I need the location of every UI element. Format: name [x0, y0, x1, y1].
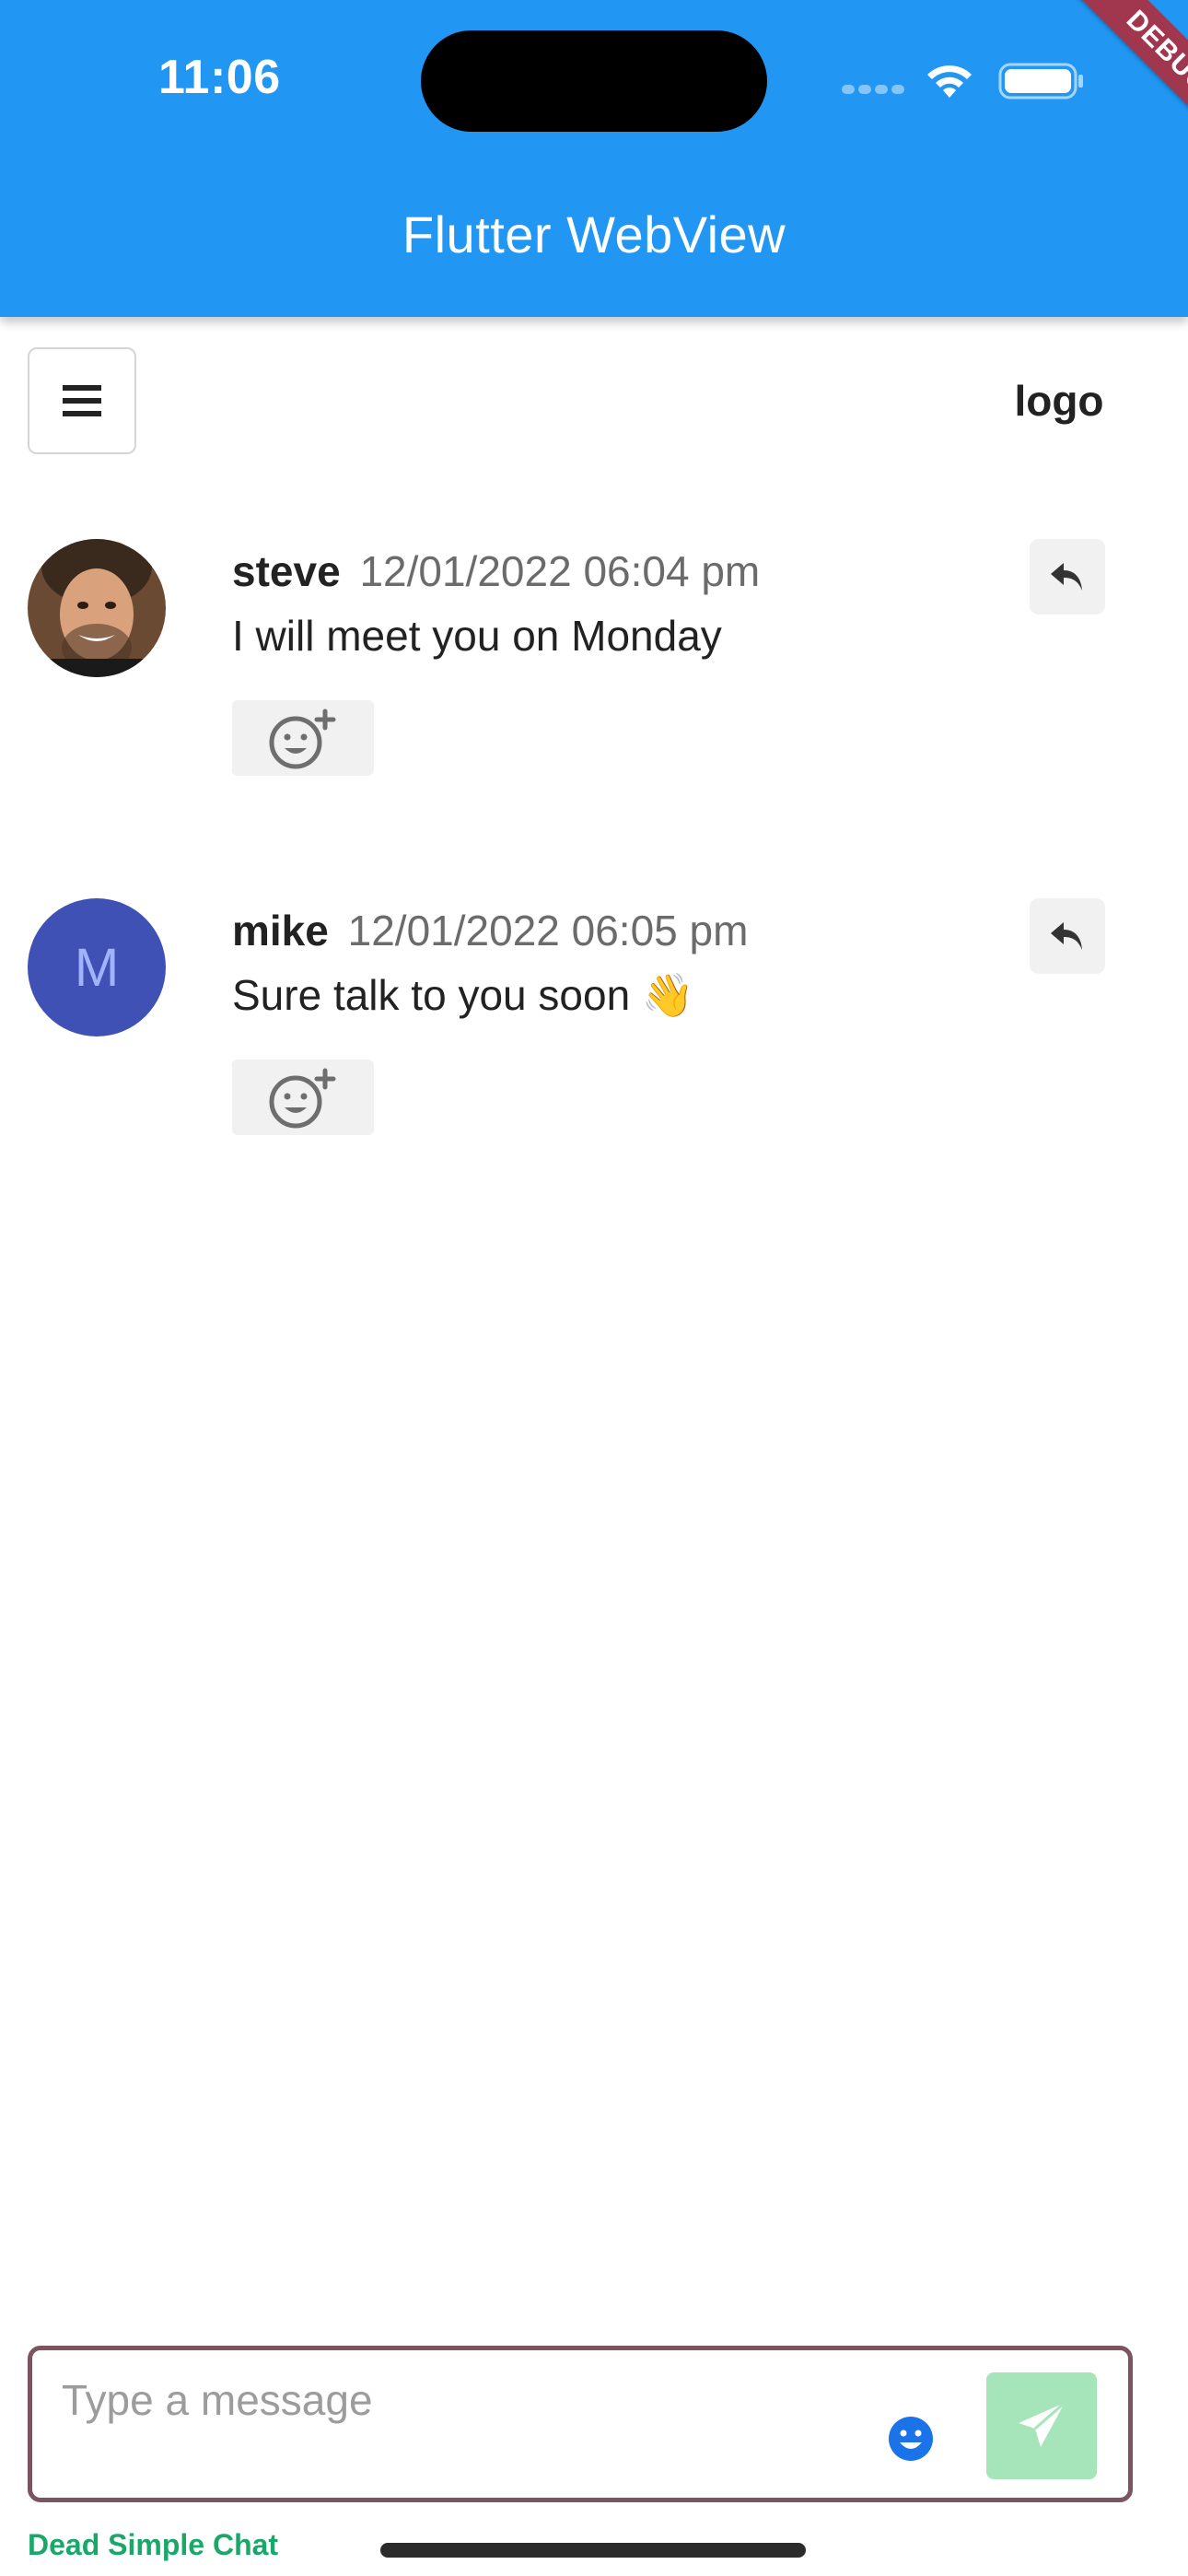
logo: logo — [1014, 377, 1104, 425]
cellular-signal-icon — [842, 85, 906, 96]
message-timestamp: 12/01/2022 06:04 pm — [359, 547, 761, 595]
home-indicator — [380, 2543, 806, 2558]
app-bar-title: Flutter WebView — [402, 205, 786, 263]
dynamic-island — [421, 30, 767, 132]
hamburger-menu-icon — [63, 385, 101, 416]
message-input[interactable] — [62, 2372, 872, 2428]
avatar-steve — [28, 539, 166, 677]
message-item: M mike 12/01/2022 06:05 pm Sure talk to … — [0, 898, 1188, 1175]
add-reaction-button[interactable] — [232, 700, 374, 776]
message-text: Sure talk to you soon 👋 — [232, 971, 695, 1019]
battery-icon — [998, 63, 1083, 100]
message-timestamp: 12/01/2022 06:05 pm — [347, 907, 749, 954]
screen: 11:06 Flutter WebView DEBUG logo steve 1… — [0, 0, 1188, 2576]
reply-button[interactable] — [1030, 898, 1105, 974]
reply-icon — [1051, 922, 1082, 950]
emoji-picker-icon[interactable] — [887, 2415, 935, 2463]
app-bar: 11:06 Flutter WebView DEBUG — [0, 0, 1188, 317]
message-item: steve 12/01/2022 06:04 pm I will meet yo… — [0, 539, 1188, 815]
send-icon — [1019, 2401, 1066, 2447]
reply-button[interactable] — [1030, 539, 1105, 615]
avatar-mike: M — [28, 898, 166, 1036]
message-header: steve 12/01/2022 06:04 pm — [232, 546, 760, 596]
status-time: 11:06 — [158, 51, 281, 104]
message-username: steve — [232, 547, 341, 595]
brand-footer-link[interactable]: Dead Simple Chat — [28, 2528, 278, 2562]
reply-icon — [1051, 563, 1082, 591]
send-button[interactable] — [986, 2372, 1097, 2479]
message-username: mike — [232, 907, 329, 954]
add-reaction-button[interactable] — [232, 1060, 374, 1135]
message-text: I will meet you on Monday — [232, 612, 722, 660]
menu-button[interactable] — [28, 347, 136, 454]
steve-avatar-photo — [28, 539, 166, 677]
add-reaction-icon — [269, 1068, 336, 1129]
message-composer — [28, 2346, 1133, 2502]
wifi-icon — [927, 65, 972, 98]
message-header: mike 12/01/2022 06:05 pm — [232, 906, 748, 955]
add-reaction-icon — [269, 708, 336, 769]
